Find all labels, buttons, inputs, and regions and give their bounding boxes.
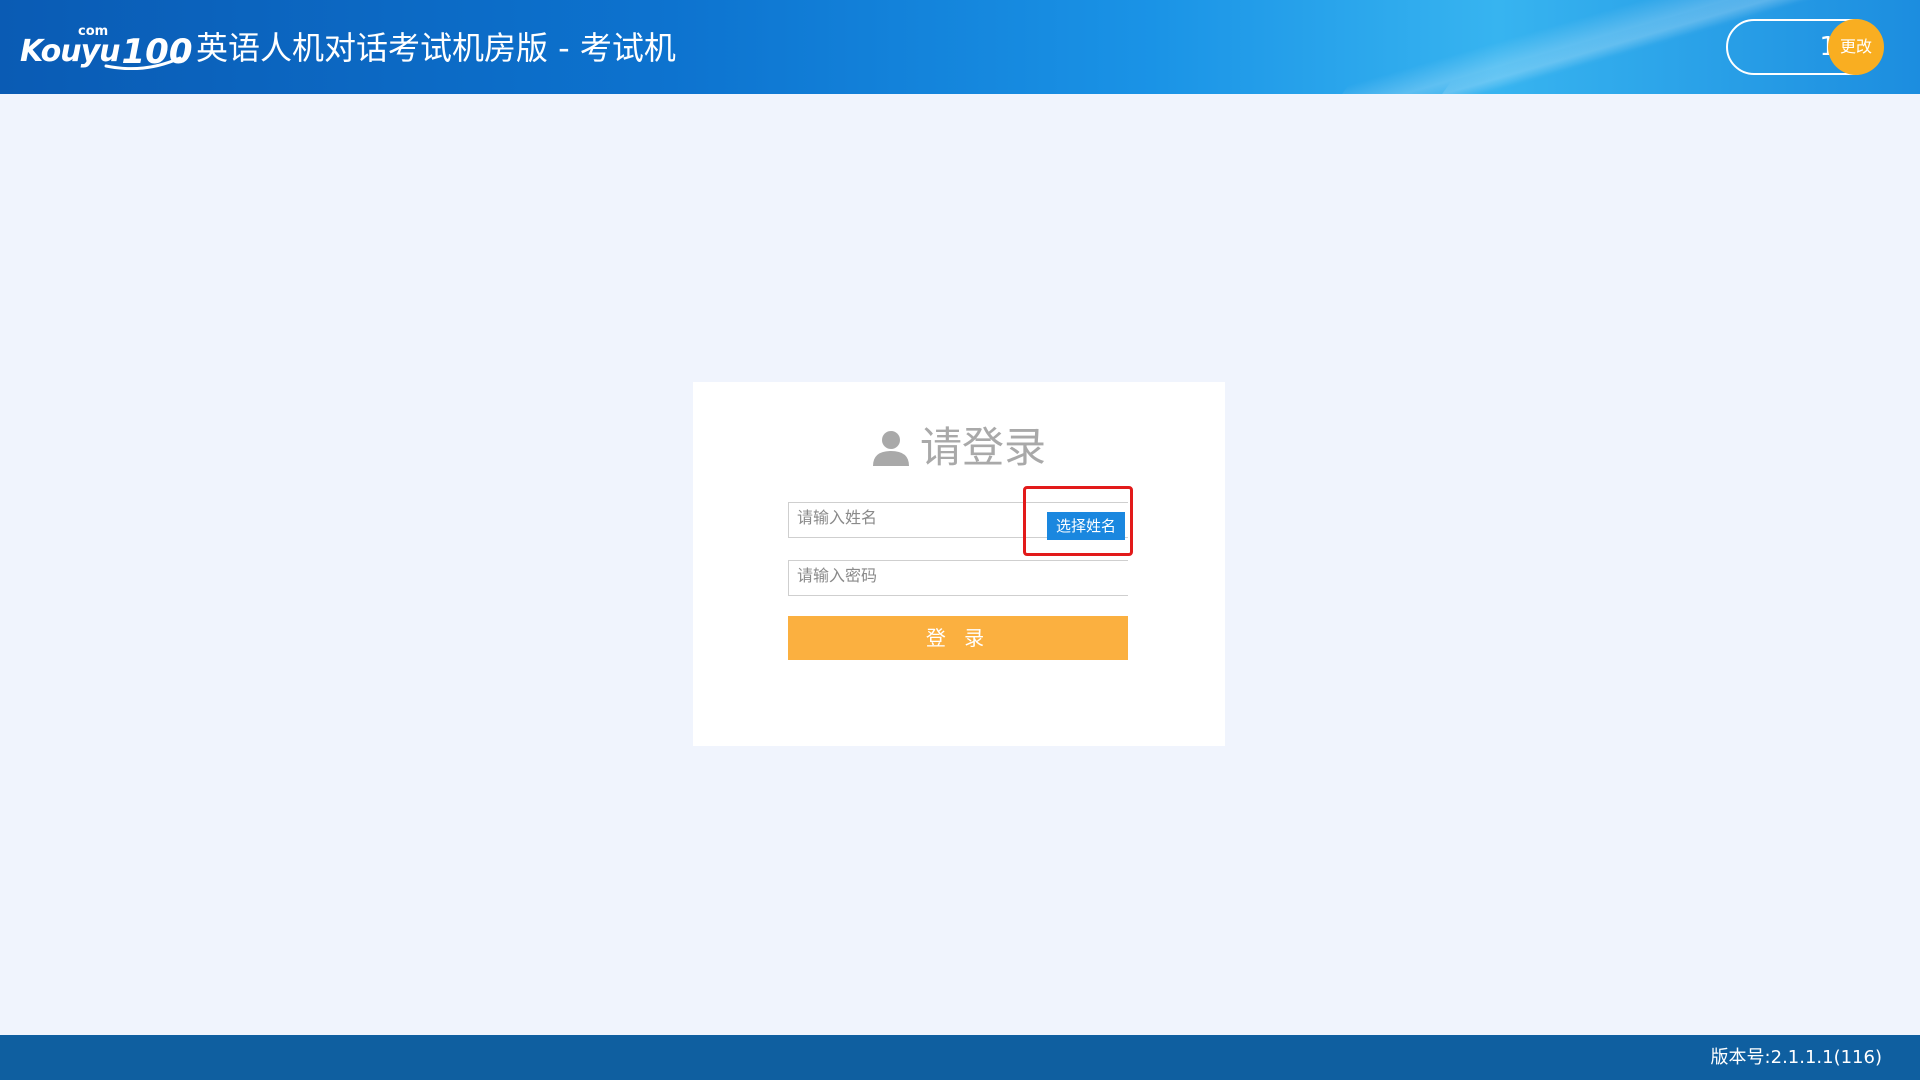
password-input[interactable]	[789, 561, 1128, 595]
login-title-text: 请登录	[919, 423, 1046, 472]
logo-com-text: com	[78, 24, 109, 39]
change-station-button[interactable]: 更改	[1828, 19, 1884, 75]
user-icon	[872, 430, 909, 466]
password-field	[788, 560, 1128, 596]
kouyu100-logo: Kouyu com 100	[20, 22, 192, 72]
login-card: 请登录 选择姓名 登 录	[693, 382, 1225, 746]
select-name-button[interactable]: 选择姓名	[1047, 512, 1125, 540]
station-number-widget: 1 更改	[1726, 19, 1884, 75]
header-bar: Kouyu com 100 英语人机对话考试机房版 - 考试机 1 更改	[0, 0, 1920, 94]
login-button[interactable]: 登 录	[788, 616, 1128, 660]
logo-swoosh-icon	[104, 56, 182, 70]
station-number: 1	[1728, 21, 1836, 73]
login-title: 请登录	[693, 420, 1225, 476]
version-label: 版本号:2.1.1.1(116)	[1710, 1047, 1882, 1068]
app-title: 英语人机对话考试机房版 - 考试机	[196, 29, 676, 67]
app-window: Kouyu com 100 英语人机对话考试机房版 - 考试机 1 更改 请登录…	[0, 0, 1920, 1080]
footer-bar: 版本号:2.1.1.1(116)	[0, 1035, 1920, 1080]
